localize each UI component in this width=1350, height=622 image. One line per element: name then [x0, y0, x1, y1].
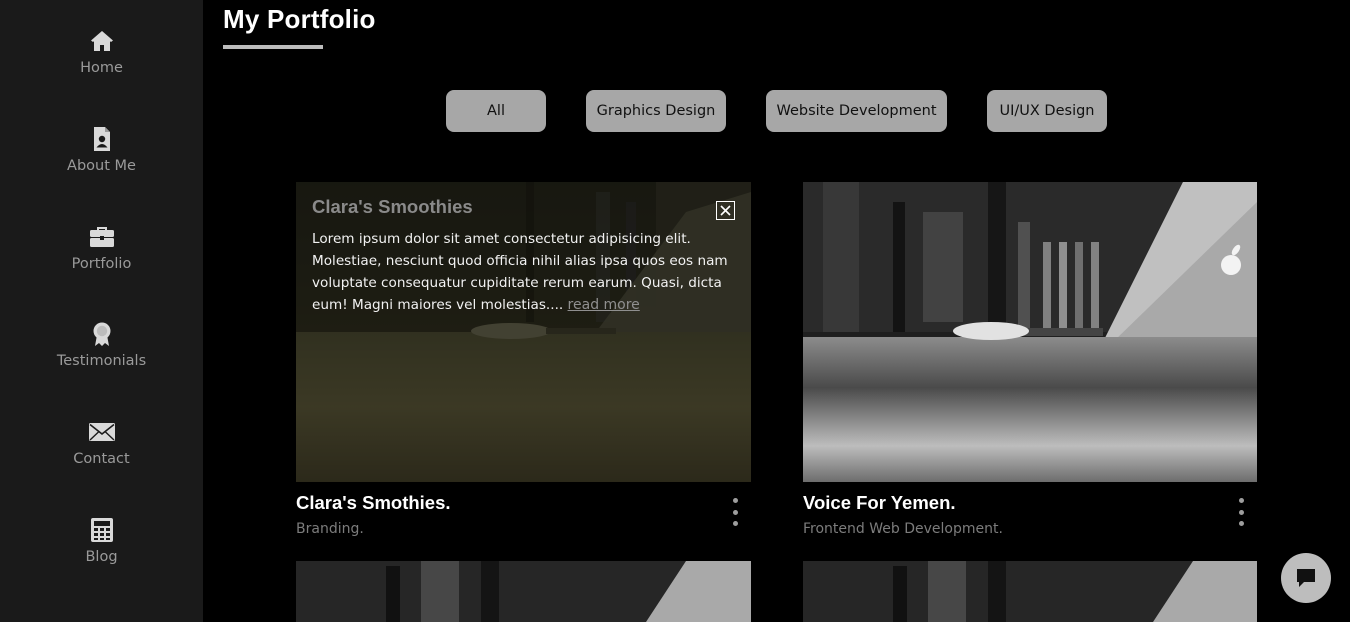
kebab-dot — [732, 509, 738, 515]
calculator-icon — [90, 518, 113, 542]
portfolio-card-image[interactable] — [803, 561, 1257, 622]
sidebar-item-contact[interactable]: Contact — [0, 419, 203, 467]
sidebar-item-label: Testimonials — [56, 353, 147, 369]
sidebar-item-label: Contact — [73, 451, 130, 467]
chat-bubble-icon — [1297, 569, 1315, 587]
sidebar-item-label: Home — [80, 60, 123, 76]
home-icon — [90, 31, 113, 51]
filter-website-development-button[interactable]: Website Development — [766, 90, 947, 132]
portfolio-card: Clara's Smoothies Lorem ipsum dolor sit … — [296, 182, 751, 537]
envelope-icon — [88, 423, 115, 441]
sidebar-item-label: Blog — [85, 549, 118, 565]
close-button[interactable] — [716, 201, 735, 220]
briefcase-icon — [89, 227, 114, 247]
profile-document-icon — [93, 127, 110, 151]
kebab-dot — [1238, 498, 1244, 503]
close-icon — [720, 205, 731, 216]
read-more-link[interactable]: read more — [568, 297, 640, 313]
sidebar-item-blog[interactable]: Blog — [0, 517, 203, 565]
card-subtitle: Branding. — [296, 521, 364, 537]
overlay-title: Clara's Smoothies — [312, 196, 473, 217]
kebab-dot — [732, 521, 738, 526]
filter-graphics-design-button[interactable]: Graphics Design — [586, 90, 726, 132]
card-title: Clara's Smothies. — [296, 492, 451, 513]
overlay-description-text: Lorem ipsum dolor sit amet consectetur a… — [312, 231, 728, 313]
overlay-description: Lorem ipsum dolor sit amet consectetur a… — [312, 228, 737, 316]
sidebar-item-testimonials[interactable]: Testimonials — [0, 321, 203, 369]
card-menu-button[interactable] — [731, 498, 739, 526]
card-hover-overlay: Clara's Smoothies Lorem ipsum dolor sit … — [296, 182, 751, 482]
title-underline — [223, 45, 323, 49]
laptop-desk-photo — [296, 561, 751, 622]
kebab-dot — [1238, 521, 1244, 526]
kebab-dot — [732, 498, 738, 503]
award-ribbon-icon — [93, 322, 110, 346]
portfolio-card-image[interactable] — [296, 561, 751, 622]
laptop-desk-photo — [803, 182, 1257, 482]
chat-button[interactable] — [1281, 553, 1331, 603]
portfolio-card: Voice For Yemen. Frontend Web Developmen… — [803, 182, 1257, 537]
kebab-dot — [1238, 509, 1244, 515]
portfolio-card-image[interactable] — [803, 182, 1257, 482]
card-subtitle: Frontend Web Development. — [803, 521, 1003, 537]
sidebar-item-label: About Me — [67, 158, 136, 174]
filter-all-button[interactable]: All — [446, 90, 546, 132]
portfolio-card-image[interactable]: Clara's Smoothies Lorem ipsum dolor sit … — [296, 182, 751, 482]
page-title: My Portfolio — [223, 4, 376, 34]
laptop-desk-photo — [803, 561, 1257, 622]
card-menu-button[interactable] — [1237, 498, 1245, 526]
filter-uiux-design-button[interactable]: UI/UX Design — [987, 90, 1107, 132]
sidebar: Home About Me Portfolio Testimonials Con… — [0, 0, 203, 622]
sidebar-item-portfolio[interactable]: Portfolio — [0, 224, 203, 272]
card-title: Voice For Yemen. — [803, 492, 956, 513]
sidebar-item-about[interactable]: About Me — [0, 126, 203, 174]
sidebar-item-home[interactable]: Home — [0, 28, 203, 76]
sidebar-item-label: Portfolio — [71, 256, 132, 272]
